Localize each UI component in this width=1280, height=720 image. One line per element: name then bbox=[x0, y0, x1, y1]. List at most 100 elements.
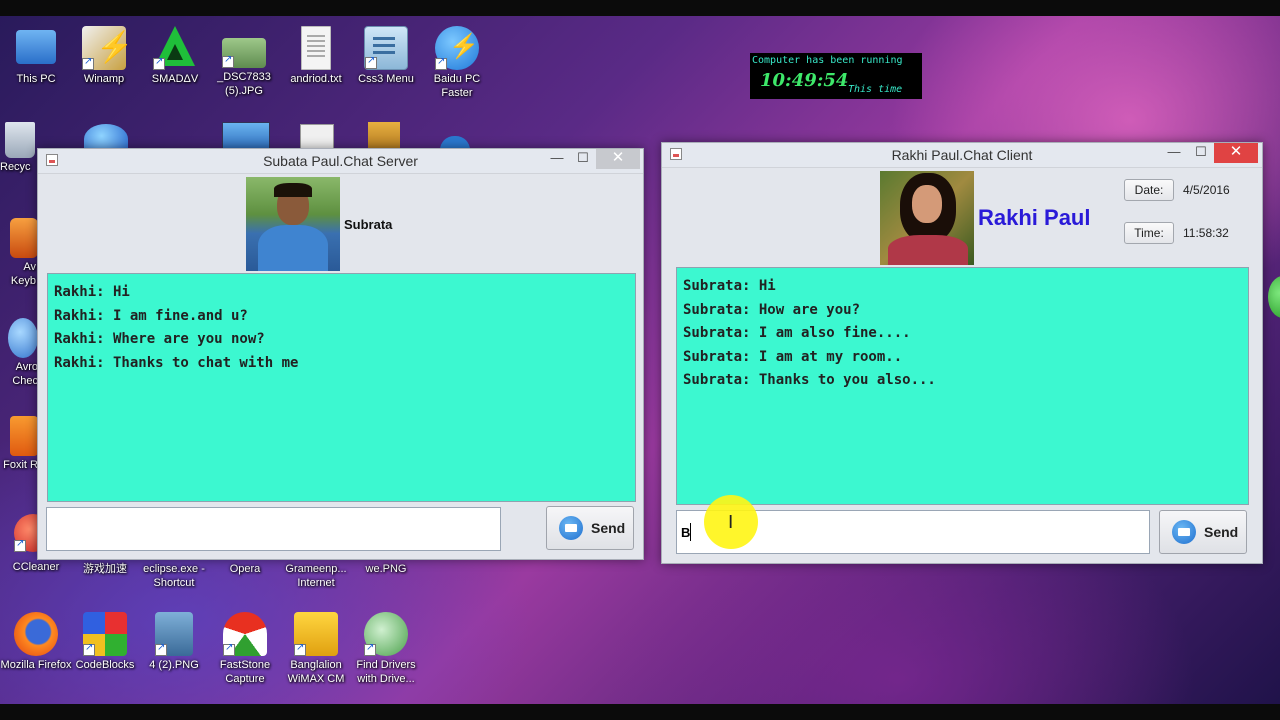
client-send-button[interactable]: Send bbox=[1159, 510, 1247, 554]
chat-message: Rakhi: Hi bbox=[54, 284, 130, 300]
uptime-time: 10:49:54 bbox=[760, 70, 849, 91]
desktop-icon-label: Recyc bbox=[0, 161, 31, 173]
desktop-icon-dsc7833[interactable]: _DSC7833 (5).JPG bbox=[208, 26, 280, 98]
chat-message: Subrata: Hi bbox=[683, 278, 776, 294]
date-button[interactable]: Date: bbox=[1124, 179, 1174, 201]
desktop-icon-label: Winamp bbox=[83, 73, 125, 85]
desktop-icon-label: Mozilla Firefox bbox=[0, 659, 72, 671]
desktop-icon-label: Banglalion WiMAX CM bbox=[287, 659, 345, 685]
client-user-name: Rakhi Paul bbox=[978, 205, 1091, 230]
ibeam-cursor-icon: I bbox=[728, 512, 734, 533]
chat-message: Subrata: How are you? bbox=[683, 302, 861, 318]
close-button[interactable]: ✕ bbox=[1214, 143, 1258, 163]
text-file-icon bbox=[301, 26, 331, 70]
server-user-name: Subrata bbox=[344, 217, 393, 232]
desktop-icon-andriod-txt[interactable]: andriod.txt bbox=[280, 26, 352, 86]
client-input-text: B bbox=[681, 525, 691, 540]
winamp-icon: ⚡ bbox=[82, 26, 133, 70]
desktop-icon-recycle-bin[interactable]: Recyc bbox=[0, 122, 40, 174]
find-drivers-icon bbox=[364, 612, 408, 656]
codeblocks-icon bbox=[83, 612, 127, 656]
mail-icon bbox=[559, 516, 583, 540]
desktop-icon-4-2-png[interactable]: 4 (2).PNG bbox=[138, 612, 210, 672]
firefox-icon bbox=[14, 612, 58, 656]
desktop-icon-label: Av Keyb bbox=[10, 261, 36, 287]
server-titlebar[interactable]: Subata Paul.Chat Server — ☐ ✕ bbox=[38, 149, 643, 174]
avro-keyboard-icon bbox=[10, 218, 38, 258]
foxit-reader-icon bbox=[10, 416, 38, 456]
desktop-icon-css3-menu[interactable]: Css3 Menu bbox=[350, 26, 422, 86]
top-letterbox bbox=[0, 0, 1280, 16]
desktop-icon-eclipse[interactable]: eclipse.exe - Shortcut bbox=[138, 560, 210, 590]
chat-message: Subrata: I am at my room.. bbox=[683, 349, 903, 365]
baidu-icon: ⚡ bbox=[435, 26, 479, 70]
text-caret bbox=[690, 523, 691, 541]
client-user-avatar bbox=[880, 171, 974, 265]
desktop-icon-label: CCleaner bbox=[12, 561, 60, 573]
desktop-icon-label: 游戏加速 bbox=[83, 563, 127, 575]
faststone-icon bbox=[223, 612, 267, 656]
desktop-icon-we-png[interactable]: we.PNG bbox=[350, 560, 422, 576]
desktop-icon-label: This PC bbox=[16, 73, 56, 85]
desktop-icon-firefox[interactable]: Mozilla Firefox bbox=[0, 612, 72, 672]
smadav-icon bbox=[153, 26, 197, 70]
photo-file-icon bbox=[155, 612, 193, 656]
desktop-icon-avro-keyboard[interactable]: Av Keyb bbox=[0, 218, 40, 288]
chat-server-window: Subata Paul.Chat Server — ☐ ✕ Subrata Ra… bbox=[37, 148, 644, 560]
close-button[interactable]: ✕ bbox=[596, 149, 640, 169]
server-send-button[interactable]: Send bbox=[546, 506, 634, 550]
uptime-subcaption: This time bbox=[848, 84, 903, 95]
desktop-icon-label: 4 (2).PNG bbox=[149, 659, 199, 671]
maximize-button[interactable]: ☐ bbox=[1186, 143, 1216, 163]
date-value: 4/5/2016 bbox=[1183, 183, 1230, 197]
folder-icon bbox=[368, 122, 400, 150]
desktop-icon-label: CodeBlocks bbox=[75, 659, 135, 671]
desktop-icon-faststone[interactable]: FastStone Capture bbox=[209, 612, 281, 686]
desktop-icon-label: Css3 Menu bbox=[358, 73, 414, 85]
desktop-icon-label: we.PNG bbox=[365, 563, 407, 575]
photo-file-icon bbox=[222, 38, 266, 68]
desktop-icon-winamp[interactable]: ⚡ Winamp bbox=[68, 26, 140, 86]
desktop-icon-label: Avro Chec bbox=[12, 361, 38, 387]
mail-icon bbox=[1172, 520, 1196, 544]
chat-message: Rakhi: Thanks to chat with me bbox=[54, 355, 299, 371]
desktop-icon-opera[interactable]: Opera bbox=[209, 560, 281, 576]
client-titlebar[interactable]: Rakhi Paul.Chat Client — ☐ ✕ bbox=[662, 143, 1262, 168]
chat-client-window: Rakhi Paul.Chat Client — ☐ ✕ Rakhi Paul … bbox=[661, 142, 1263, 564]
chat-message: Subrata: Thanks to you also... bbox=[683, 372, 936, 388]
server-message-input[interactable] bbox=[46, 507, 501, 551]
desktop-icon-label: eclipse.exe - Shortcut bbox=[143, 563, 205, 589]
time-value: 11:58:32 bbox=[1183, 226, 1229, 240]
desktop-icon-game-accelerator[interactable]: 游戏加速 bbox=[69, 560, 141, 576]
desktop-icon-label: Opera bbox=[229, 563, 261, 575]
css3-menu-icon bbox=[364, 26, 408, 70]
chat-message: Subrata: I am also fine.... bbox=[683, 325, 911, 341]
desktop-icon-label: Find Drivers with Drive... bbox=[356, 659, 416, 685]
chat-message: Rakhi: I am fine.and u? bbox=[54, 308, 248, 324]
uptime-caption: Computer has been running bbox=[752, 55, 903, 66]
chat-message: Rakhi: Where are you now? bbox=[54, 331, 265, 347]
computer-icon bbox=[16, 30, 56, 64]
desktop-icon-codeblocks[interactable]: CodeBlocks bbox=[69, 612, 141, 672]
desktop-icon-this-pc[interactable]: This PC bbox=[0, 26, 72, 86]
desktop-icon-label: andriod.txt bbox=[290, 73, 342, 85]
avro-checker-icon bbox=[8, 318, 38, 358]
desktop: This PC ⚡ Winamp SMADΔV _DSC7833 (5).JPG… bbox=[0, 0, 1280, 720]
desktop-icon-avro-checker[interactable]: Avro Chec bbox=[0, 318, 40, 388]
recycle-bin-icon bbox=[5, 122, 35, 158]
send-label: Send bbox=[591, 520, 626, 536]
maximize-button[interactable]: ☐ bbox=[568, 149, 598, 169]
server-chat-area[interactable]: Rakhi: Hi Rakhi: I am fine.and u? Rakhi:… bbox=[47, 273, 636, 502]
minimize-button[interactable]: — bbox=[1159, 143, 1189, 163]
desktop-icon-label: Foxit R bbox=[3, 459, 38, 471]
desktop-icon-find-drivers[interactable]: Find Drivers with Drive... bbox=[350, 612, 422, 686]
desktop-icon-smadav[interactable]: SMADΔV bbox=[139, 26, 211, 86]
desktop-icon-foxit-reader[interactable]: Foxit R bbox=[0, 416, 40, 472]
client-chat-area[interactable]: Subrata: Hi Subrata: How are you? Subrat… bbox=[676, 267, 1249, 505]
desktop-icon-grameenphone[interactable]: Grameenp... Internet bbox=[280, 560, 352, 590]
desktop-icon-label: Grameenp... Internet bbox=[285, 563, 347, 589]
desktop-icon-banglalion[interactable]: Banglalion WiMAX CM bbox=[280, 612, 352, 686]
send-label: Send bbox=[1204, 524, 1239, 540]
time-button[interactable]: Time: bbox=[1124, 222, 1174, 244]
desktop-icon-baidu-pc-faster[interactable]: ⚡ Baidu PC Faster bbox=[421, 26, 493, 100]
